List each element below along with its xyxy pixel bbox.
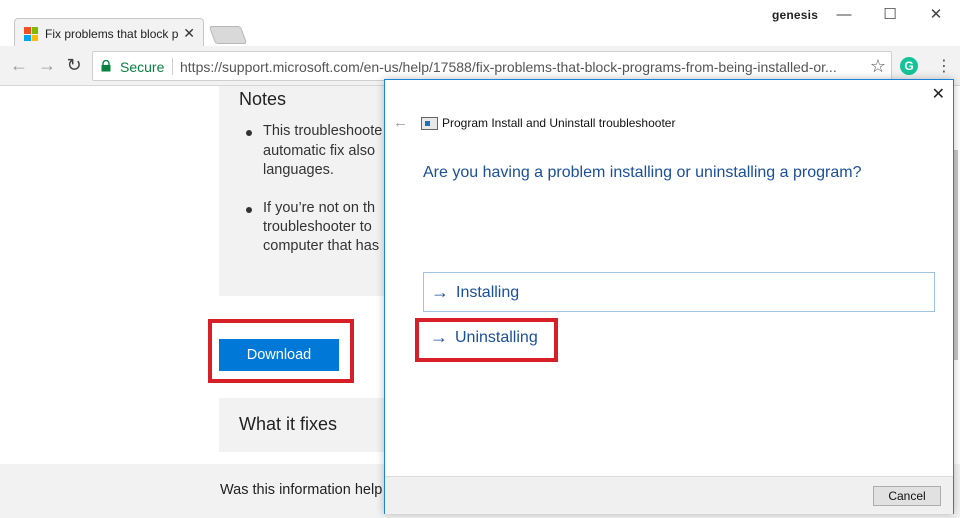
highlight-box-uninstalling <box>415 318 558 362</box>
arrow-right-icon: → <box>431 282 449 302</box>
feedback-question: Was this information help <box>220 482 383 498</box>
bookmark-star-icon[interactable]: ☆ <box>870 56 886 77</box>
dialog-question: Are you having a problem installing or u… <box>423 164 862 181</box>
troubleshooter-app-icon <box>421 117 438 130</box>
microsoft-logo-icon <box>24 27 38 41</box>
maximize-icon[interactable]: ☐ <box>870 4 910 26</box>
reload-icon[interactable]: ↻ <box>63 54 85 76</box>
bullet-icon <box>246 130 252 136</box>
screen: Fix problems that block p ✕ genesis — ☐ … <box>0 0 960 518</box>
browser-menu-icon[interactable]: ⋮ <box>936 56 952 76</box>
note-line: automatic fix also <box>263 143 376 159</box>
dialog-close-icon[interactable]: ✕ <box>932 84 945 104</box>
lock-icon <box>101 60 111 72</box>
tab-close-icon[interactable]: ✕ <box>183 25 195 42</box>
omnibox-divider <box>172 58 173 75</box>
dialog-back-arrow-icon[interactable]: ← <box>393 114 408 131</box>
grammarly-extension-icon[interactable]: G <box>900 57 918 75</box>
dialog-footer: Cancel <box>385 476 953 514</box>
new-tab-button[interactable] <box>208 26 248 44</box>
troubleshooter-dialog: ✕ ← Program Install and Uninstall troubl… <box>384 79 954 514</box>
what-it-fixes-heading[interactable]: What it fixes <box>239 414 337 435</box>
installing-label: Installing <box>456 284 520 301</box>
profile-name[interactable]: genesis <box>772 8 818 22</box>
note-line: languages. <box>263 162 334 178</box>
tab-title: Fix problems that block p <box>45 27 179 41</box>
browser-tab[interactable]: Fix problems that block p ✕ <box>14 18 204 48</box>
notes-heading: Notes <box>239 89 287 109</box>
cancel-button[interactable]: Cancel <box>873 486 941 506</box>
back-arrow-icon[interactable]: ← <box>8 54 30 76</box>
highlight-box-download <box>208 319 354 383</box>
bullet-icon <box>246 207 252 213</box>
note-line: computer that has <box>263 238 380 254</box>
browser-titlebar: Fix problems that block p ✕ genesis — ☐ … <box>0 0 960 48</box>
url-text[interactable]: https://support.microsoft.com/en-us/help… <box>180 59 880 77</box>
secure-label: Secure <box>120 59 165 75</box>
note-line: If you’re not on th <box>263 200 376 216</box>
address-bar[interactable]: Secure https://support.microsoft.com/en-… <box>92 51 892 81</box>
window-close-icon[interactable]: ✕ <box>916 4 956 26</box>
forward-arrow-icon[interactable]: → <box>36 54 58 76</box>
note-line: troubleshooter to <box>263 219 372 235</box>
minimize-icon[interactable]: — <box>824 4 864 26</box>
note-line: This troubleshoote <box>263 123 383 139</box>
dialog-title: Program Install and Uninstall troublesho… <box>442 116 676 130</box>
installing-option[interactable]: → Installing <box>423 272 935 312</box>
